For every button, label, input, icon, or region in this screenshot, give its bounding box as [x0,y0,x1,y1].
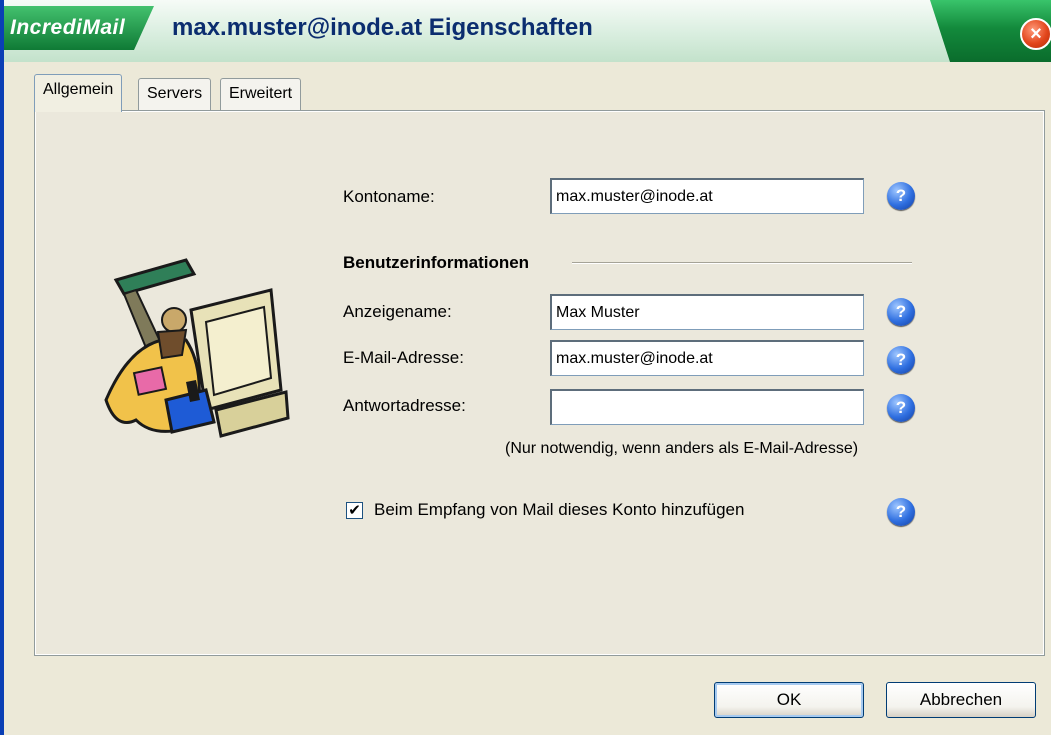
title-bar[interactable]: IncrediMail max.muster@inode.at Eigensch… [4,0,1051,62]
tab-erweitert[interactable]: Erweitert [220,78,302,110]
tab-allgemein[interactable]: Allgemein [34,74,123,112]
antwortadresse-field[interactable] [550,389,864,425]
help-icon[interactable]: ? [887,498,915,526]
close-icon[interactable]: × [1020,18,1051,50]
help-icon[interactable]: ? [887,394,915,422]
tab-servers[interactable]: Servers [138,78,212,110]
antwortadresse-note: (Nur notwendig, wenn anders als E-Mail-A… [505,440,859,457]
window-title: max.muster@inode.at Eigenschaften [172,14,593,41]
dialog-window: IncrediMail max.muster@inode.at Eigensch… [0,0,1051,735]
group-title-benutzerinformationen: Benutzerinformationen [343,253,530,272]
group-divider [572,262,912,264]
ok-button[interactable]: OK [714,682,864,718]
antwortadresse-label: Antwortadresse: [343,396,466,415]
kontoname-label: Kontoname: [343,187,435,206]
anzeigename-field[interactable] [550,294,864,330]
help-icon[interactable]: ? [887,298,915,326]
help-icon[interactable]: ? [887,182,915,210]
add-account-checkbox[interactable]: ✔ [346,502,363,519]
email-label: E-Mail-Adresse: [343,348,464,367]
brand-logo: IncrediMail [4,6,154,50]
computer-mail-illustration-icon [104,258,290,438]
help-icon[interactable]: ? [887,346,915,374]
add-account-checkbox-label[interactable]: Beim Empfang von Mail dieses Konto hinzu… [374,500,744,520]
kontoname-field[interactable] [550,178,864,214]
anzeigename-label: Anzeigename: [343,302,452,321]
cancel-button[interactable]: Abbrechen [886,682,1036,718]
email-field[interactable] [550,340,864,376]
